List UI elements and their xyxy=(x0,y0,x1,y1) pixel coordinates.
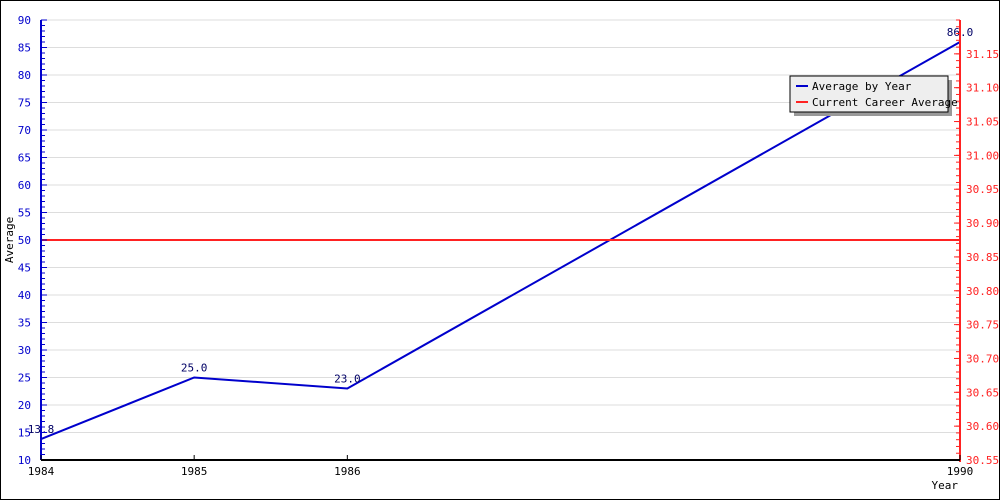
x-tick-label: 1990 xyxy=(947,465,974,478)
y2-tick-label: 30.60 xyxy=(966,420,999,433)
y-tick-label: 75 xyxy=(18,97,31,110)
line-chart: 13.825.023.086.0 10152025303540455055606… xyxy=(3,14,999,492)
y-tick-label: 35 xyxy=(18,317,31,330)
y2-tick-label: 31.15 xyxy=(966,48,999,61)
y2-tick-label: 30.85 xyxy=(966,251,999,264)
x-axis-label: Year xyxy=(932,479,959,492)
y-tick-label: 60 xyxy=(18,179,31,192)
legend-label: Current Career Average xyxy=(812,96,958,109)
y2-tick-label: 30.75 xyxy=(966,319,999,332)
x-tick-label: 1986 xyxy=(334,465,361,478)
legend: Average by Year Current Career Average xyxy=(789,75,958,116)
y-tick-label: 30 xyxy=(18,344,31,357)
y2-tick-label: 30.80 xyxy=(966,285,999,298)
y2-tick-label: 30.95 xyxy=(966,183,999,196)
y-tick-label: 15 xyxy=(18,427,31,440)
y-tick-label: 65 xyxy=(18,152,31,165)
y2-tick-label: 31.10 xyxy=(966,82,999,95)
y-tick-label: 90 xyxy=(18,14,31,27)
y-tick-label: 80 xyxy=(18,69,31,82)
legend-label: Average by Year xyxy=(812,80,912,93)
y-tick-label: 55 xyxy=(18,207,31,220)
y2-tick-label: 31.00 xyxy=(966,149,999,162)
y-tick-label: 85 xyxy=(18,42,31,55)
y-tick-label: 40 xyxy=(18,289,31,302)
x-tick-label: 1984 xyxy=(28,465,55,478)
y-tick-label: 25 xyxy=(18,372,31,385)
y-axis-label: Average xyxy=(3,217,16,263)
x-tick-label: 1985 xyxy=(181,465,208,478)
y-tick-label: 20 xyxy=(18,399,31,412)
y2-tick-label: 30.70 xyxy=(966,352,999,365)
y-tick-label: 50 xyxy=(18,234,31,247)
y2-tick-label: 30.65 xyxy=(966,386,999,399)
y2-tick-label: 30.90 xyxy=(966,217,999,230)
data-label: 25.0 xyxy=(181,362,208,375)
y2-tick-label: 31.05 xyxy=(966,116,999,129)
data-label: 23.0 xyxy=(334,373,361,386)
y-tick-label: 45 xyxy=(18,262,31,275)
y-tick-label: 70 xyxy=(18,124,31,137)
